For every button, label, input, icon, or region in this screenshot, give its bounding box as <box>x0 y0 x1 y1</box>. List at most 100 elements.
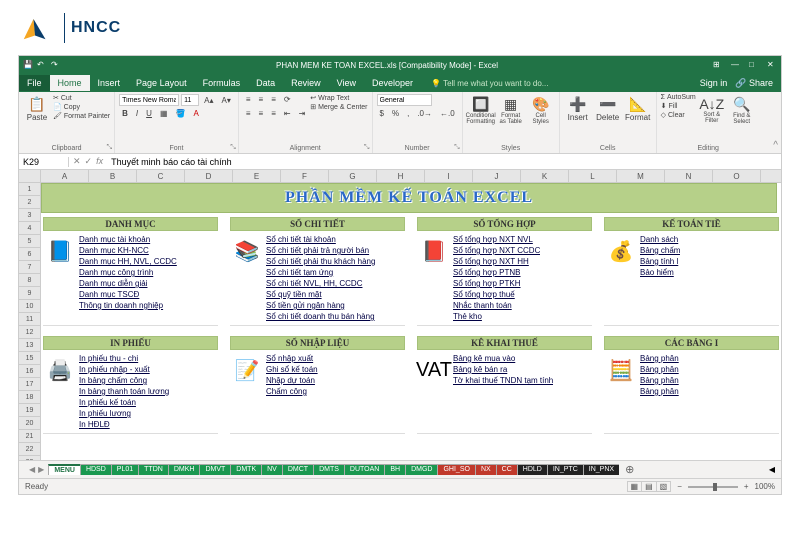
indent-decrease-icon[interactable]: ⇤ <box>281 108 294 119</box>
zoom-out-icon[interactable]: − <box>677 482 682 491</box>
menu-link[interactable]: In HĐLĐ <box>79 419 169 430</box>
menu-link[interactable]: Sổ chi tiết phải thu khách hàng <box>266 256 375 267</box>
comma-icon[interactable]: , <box>404 108 412 119</box>
sheet-tab-nv[interactable]: NV <box>261 464 283 475</box>
menu-link[interactable]: Sổ chi tiết tạm ứng <box>266 267 375 278</box>
row-header[interactable]: 11 <box>19 313 41 326</box>
share-button[interactable]: 🔗 Share <box>735 78 773 89</box>
menu-link[interactable]: In bảng thanh toán lương <box>79 386 169 397</box>
menu-link[interactable]: In bảng chấm công <box>79 375 169 386</box>
menu-link[interactable]: In phiếu nhập - xuất <box>79 364 169 375</box>
menu-link[interactable]: Bảng kê bán ra <box>453 364 553 375</box>
row-header[interactable]: 15 <box>19 352 41 365</box>
menu-link[interactable]: Bảng phân <box>640 364 679 375</box>
row-header[interactable]: 20 <box>19 417 41 430</box>
menu-link[interactable]: Danh mục HH, NVL, CCDC <box>79 256 177 267</box>
font-color-button[interactable]: A <box>190 108 201 119</box>
align-center-icon[interactable]: ≡ <box>256 108 267 119</box>
clear-button[interactable]: ◇ Clear <box>661 111 696 119</box>
column-header[interactable]: E <box>233 170 281 182</box>
menu-link[interactable]: Sổ tổng hợp PTKH <box>453 278 540 289</box>
menu-link[interactable]: Bảng phân <box>640 353 679 364</box>
zoom-in-icon[interactable]: + <box>744 482 749 491</box>
menu-link[interactable]: Sổ chi tiết tài khoản <box>266 234 375 245</box>
tab-home[interactable]: Home <box>50 75 90 91</box>
sheet-tab-bh[interactable]: BH <box>384 464 406 475</box>
sheet-tab-in_pnx[interactable]: IN_PNX <box>583 464 619 475</box>
fill-button[interactable]: ⬇ Fill <box>661 102 696 110</box>
row-header[interactable]: 22 <box>19 443 41 456</box>
row-header[interactable]: 4 <box>19 222 41 235</box>
menu-link[interactable]: Danh sách <box>640 234 680 245</box>
column-header[interactable]: N <box>665 170 713 182</box>
column-header[interactable]: J <box>473 170 521 182</box>
row-header[interactable]: 8 <box>19 274 41 287</box>
menu-link[interactable]: Sổ tổng hợp thuế <box>453 289 540 300</box>
tab-view[interactable]: View <box>329 75 364 91</box>
cell-styles-button[interactable]: 🎨Cell Styles <box>527 94 555 127</box>
sheet-tab-dutoan[interactable]: DUTOAN <box>344 464 385 475</box>
font-name-select[interactable] <box>119 94 179 106</box>
format-as-table-button[interactable]: ▦Format as Table <box>497 94 525 127</box>
row-header[interactable]: 5 <box>19 235 41 248</box>
sheet-tab-dmtk[interactable]: DMTK <box>230 464 262 475</box>
column-header[interactable]: L <box>569 170 617 182</box>
decrease-font-icon[interactable]: A▾ <box>219 95 234 106</box>
menu-link[interactable]: Sổ tổng hợp NXT HH <box>453 256 540 267</box>
row-header[interactable]: 16 <box>19 365 41 378</box>
sheet-tab-nx[interactable]: NX <box>475 464 497 475</box>
currency-icon[interactable]: $ <box>377 108 387 119</box>
conditional-formatting-button[interactable]: 🔲Conditional Formatting <box>467 94 495 127</box>
column-header[interactable]: A <box>41 170 89 182</box>
tab-developer[interactable]: Developer <box>364 75 421 91</box>
copy-button[interactable]: 📄 Copy <box>53 103 110 111</box>
row-header[interactable]: 10 <box>19 300 41 313</box>
sort-filter-button[interactable]: A↓ZSort & Filter <box>698 94 726 126</box>
page-layout-view-icon[interactable]: ▤ <box>641 481 657 492</box>
row-header[interactable]: 13 <box>19 339 41 352</box>
row-header[interactable]: 6 <box>19 248 41 261</box>
sheet-tab-menu[interactable]: MENU <box>48 464 81 475</box>
menu-link[interactable]: Nhắc thanh toán <box>453 300 540 311</box>
tab-review[interactable]: Review <box>283 75 329 91</box>
zoom-slider[interactable] <box>688 486 738 488</box>
increase-decimal-icon[interactable]: .0→ <box>414 108 435 119</box>
menu-link[interactable]: Danh mục công trình <box>79 267 177 278</box>
menu-link[interactable]: Bảng chấm <box>640 245 680 256</box>
menu-link[interactable]: In phiếu lương <box>79 408 169 419</box>
row-header[interactable]: 1 <box>19 183 41 196</box>
menu-link[interactable]: In phiếu thu - chi <box>79 353 169 364</box>
menu-link[interactable]: Danh mục KH-NCC <box>79 245 177 256</box>
column-header[interactable]: M <box>617 170 665 182</box>
autosum-button[interactable]: Σ AutoSum <box>661 94 696 101</box>
menu-link[interactable]: Sổ tổng hợp PTNB <box>453 267 540 278</box>
column-header[interactable]: D <box>185 170 233 182</box>
decrease-decimal-icon[interactable]: ←.0 <box>437 108 458 119</box>
sheet-tab-pl01[interactable]: PL01 <box>111 464 139 475</box>
column-header[interactable]: C <box>137 170 185 182</box>
sheet-tab-dmvt[interactable]: DMVT <box>199 464 231 475</box>
align-top-icon[interactable]: ≡ <box>243 94 254 105</box>
menu-link[interactable]: Sổ chi tiết NVL, HH, CCDC <box>266 278 375 289</box>
menu-link[interactable]: Bảng kê mua vào <box>453 353 553 364</box>
sheet-tab-dmct[interactable]: DMCT <box>282 464 314 475</box>
menu-link[interactable]: Sổ quỹ tiền mặt <box>266 289 375 300</box>
menu-link[interactable]: Sổ chi tiết phải trả người bán <box>266 245 375 256</box>
menu-link[interactable]: Sổ chi tiết doanh thu bán hàng <box>266 311 375 322</box>
tab-formulas[interactable]: Formulas <box>195 75 249 91</box>
paste-button[interactable]: 📋Paste <box>23 94 51 124</box>
menu-link[interactable]: Thẻ kho <box>453 311 540 322</box>
number-format-select[interactable] <box>377 94 432 106</box>
sign-in-link[interactable]: Sign in <box>700 78 728 89</box>
format-painter-button[interactable]: 🖌 Format Painter <box>53 112 110 120</box>
row-header[interactable]: 2 <box>19 196 41 209</box>
zoom-level[interactable]: 100% <box>755 482 775 491</box>
sheet-tab-ttdn[interactable]: TTDN <box>138 464 169 475</box>
bold-button[interactable]: B <box>119 108 131 119</box>
border-button[interactable]: ▦ <box>157 108 171 119</box>
undo-icon[interactable]: ↶ <box>37 60 47 70</box>
row-header[interactable]: 18 <box>19 391 41 404</box>
column-header[interactable]: H <box>377 170 425 182</box>
menu-link[interactable]: Danh mục tài khoản <box>79 234 177 245</box>
sheet-tab-ghi_so[interactable]: GHI_SO <box>437 464 475 475</box>
